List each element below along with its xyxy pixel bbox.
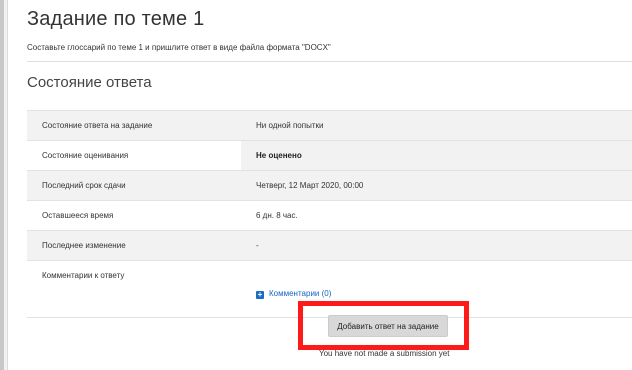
grading-status-value: Не оценено xyxy=(241,140,632,171)
status-label: Комментарии к ответу xyxy=(27,260,241,318)
comments-link-label: Комментарии (0) xyxy=(269,289,332,298)
plus-square-icon: + xyxy=(256,290,264,299)
assignment-description: Составьте глоссарий по теме 1 и пришлите… xyxy=(27,43,331,52)
table-row: Оставшееся время 6 дн. 8 час. xyxy=(27,200,632,231)
status-value: Ни одной попытки xyxy=(241,110,632,141)
time-remaining-value: 6 дн. 8 час. xyxy=(241,200,632,231)
submission-status-heading: Состояние ответа xyxy=(27,74,152,91)
table-row: Последний срок сдачи Четверг, 12 Март 20… xyxy=(27,170,632,201)
assignment-page: Задание по теме 1 Составьте глоссарий по… xyxy=(7,0,632,370)
table-row: Последнее изменение - xyxy=(27,230,632,261)
table-row: Состояние ответа на задание Ни одной поп… xyxy=(27,110,632,141)
status-label: Оставшееся время xyxy=(27,200,241,231)
add-submission-button[interactable]: Добавить ответ на задание xyxy=(328,315,448,337)
submission-status-table: Состояние ответа на задание Ни одной поп… xyxy=(27,110,632,318)
divider xyxy=(27,61,632,62)
table-row: Состояние оценивания Не оценено xyxy=(27,140,632,171)
status-label: Состояние оценивания xyxy=(27,140,241,171)
status-label: Последнее изменение xyxy=(27,230,241,261)
last-modified-value: - xyxy=(241,230,632,261)
status-label: Последний срок сдачи xyxy=(27,170,241,201)
comments-link[interactable]: + Комментарии (0) xyxy=(256,289,331,299)
no-submission-text: You have not made a submission yet xyxy=(319,349,450,358)
assignment-title: Задание по теме 1 xyxy=(27,8,205,30)
due-date-value: Четверг, 12 Март 2020, 00:00 xyxy=(241,170,632,201)
status-label: Состояние ответа на задание xyxy=(27,110,241,141)
